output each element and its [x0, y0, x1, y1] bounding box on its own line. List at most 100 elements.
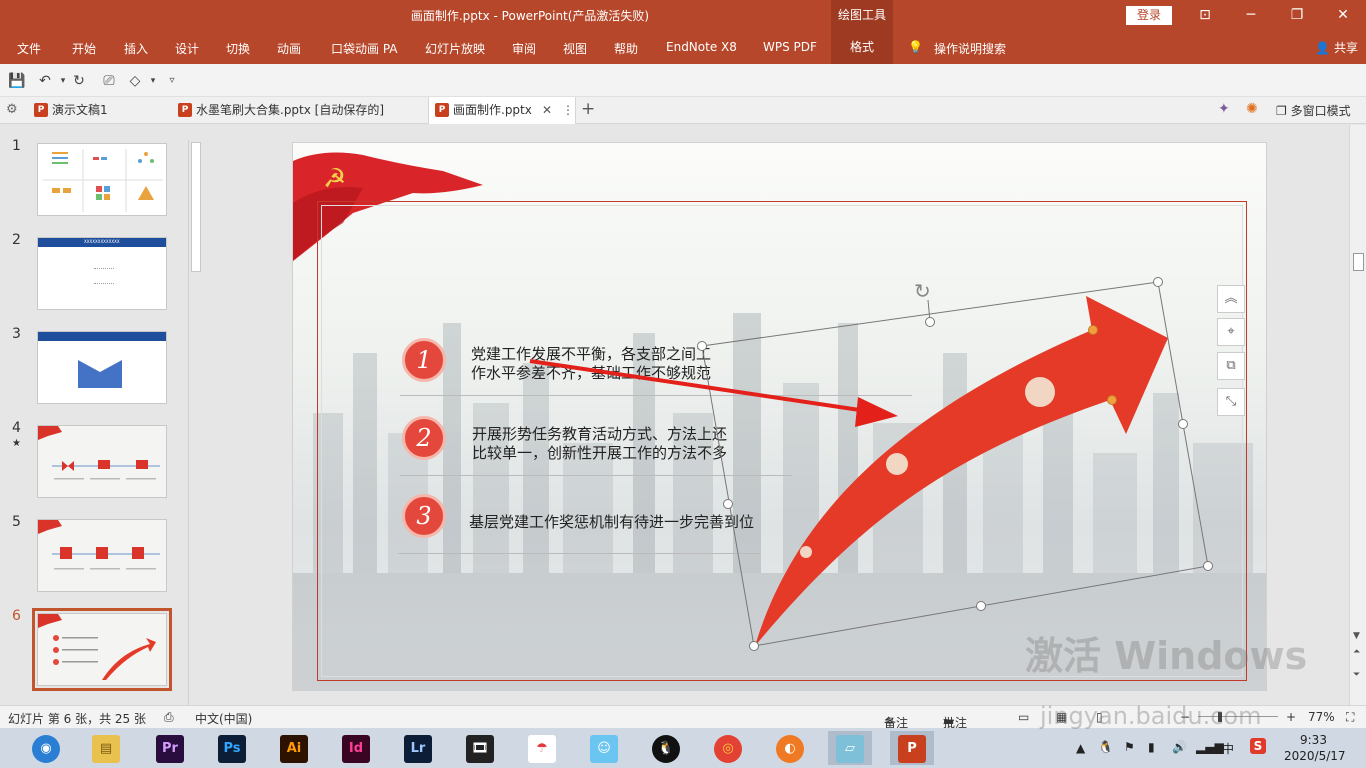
tab-endnote[interactable]: EndNote X8: [666, 40, 737, 54]
sogou-icon[interactable]: S: [1250, 738, 1266, 754]
network-icon[interactable]: ▂▄▆: [1196, 740, 1224, 754]
ime-indicator[interactable]: 中: [1222, 740, 1234, 757]
arrange-icon[interactable]: ⧉: [1217, 352, 1245, 380]
baidu-url-watermark: jingyan.baidu.com: [1040, 702, 1262, 730]
shapes-dropdown-icon[interactable]: ▾: [144, 72, 162, 90]
slide-thumbnail-6[interactable]: [32, 608, 172, 691]
powerpoint-taskbar-icon[interactable]: P: [890, 731, 934, 765]
zoom-level[interactable]: 77%: [1308, 710, 1335, 724]
ppt-icon: P: [34, 103, 48, 117]
undo-icon[interactable]: ↶: [36, 72, 54, 90]
doc-tab-2[interactable]: P 水墨笔刷大合集.pptx [自动保存的]: [172, 97, 428, 124]
illustrator-icon[interactable]: Ai: [272, 731, 316, 765]
tab-home[interactable]: 开始: [72, 40, 96, 57]
settings-icon[interactable]: ⚙: [6, 102, 18, 117]
doc-tab-3[interactable]: P 画面制作.pptx ✕ ⋮: [428, 97, 576, 124]
slide-thumbnail-4[interactable]: [37, 425, 167, 498]
scroll-down-icon[interactable]: ▼: [1353, 631, 1360, 641]
share-button[interactable]: 👤 共享: [1315, 39, 1358, 56]
close-tab-icon[interactable]: ✕: [542, 97, 552, 123]
doc-tab-1[interactable]: P 演示文稿1: [28, 97, 174, 124]
tab-view[interactable]: 视图: [563, 40, 587, 57]
shapes-icon[interactable]: ◇: [126, 72, 144, 90]
browser-icon[interactable]: ◐: [768, 731, 812, 765]
indesign-icon[interactable]: Id: [334, 731, 378, 765]
tab-pocket-animation[interactable]: 口袋动画 PA: [331, 40, 398, 57]
tray-expand-icon[interactable]: ▲: [1076, 741, 1085, 755]
tab-review[interactable]: 审阅: [512, 40, 536, 57]
slide-thumbnail-5[interactable]: [37, 519, 167, 592]
redo-icon[interactable]: ↻: [70, 72, 88, 90]
tab-animations[interactable]: 动画: [277, 40, 301, 57]
prev-slide-icon[interactable]: ⏶: [1353, 647, 1360, 657]
item-1-text[interactable]: 党建工作发展不平衡，各支部之间工 作水平参差不齐，基础工作不够规范: [471, 345, 711, 383]
collapse-icon[interactable]: ︽: [1217, 285, 1245, 313]
tab-help[interactable]: 帮助: [614, 40, 638, 57]
multi-window-label: 多窗口模式: [1290, 104, 1351, 118]
chrome-icon[interactable]: ◎: [706, 731, 750, 765]
zoom-in-icon[interactable]: +: [1286, 710, 1296, 724]
add-tab-icon[interactable]: +: [581, 99, 595, 119]
login-button[interactable]: 登录: [1126, 6, 1172, 25]
video-editor-icon[interactable]: 🎞: [458, 731, 502, 765]
clock-date[interactable]: 2020/5/17: [1284, 749, 1346, 763]
tray-qq-icon[interactable]: 🐧: [1098, 740, 1113, 754]
windows-activation-watermark: 激活 Windows: [1025, 634, 1308, 678]
start-icon[interactable]: ◉: [24, 731, 68, 765]
slide-canvas[interactable]: ☭: [292, 142, 1267, 691]
qq-icon[interactable]: 🐧: [644, 731, 688, 765]
document-tabs: ⚙ P 演示文稿1 P 水墨笔刷大合集.pptx [自动保存的] P 画面制作.ppt…: [0, 97, 1366, 124]
tab-file[interactable]: 文件: [17, 40, 41, 57]
tab-format[interactable]: 格式: [831, 30, 893, 64]
customize-qat-icon[interactable]: ▿: [163, 72, 181, 90]
resize-icon[interactable]: ⤡: [1217, 388, 1245, 416]
thumbnail-scrollbar[interactable]: [188, 140, 202, 705]
thumb-number: 1: [12, 138, 21, 154]
gear-icon[interactable]: ✺: [1246, 101, 1258, 117]
editor-scrollbar[interactable]: ▼ ⏶ ⏷: [1349, 125, 1366, 705]
presenter-icon[interactable]: ⎚: [100, 72, 118, 90]
save-icon[interactable]: 💾: [8, 72, 26, 90]
clock-time[interactable]: 9:33: [1300, 733, 1327, 747]
editor-scroll-thumb[interactable]: [1353, 253, 1364, 271]
file-explorer-icon[interactable]: ▤: [84, 731, 128, 765]
tray-battery-icon[interactable]: ▮: [1148, 740, 1155, 754]
item-2-text[interactable]: 开展形势任务教育活动方式、方法上还 比较单一，创新性开展工作的方法不多: [472, 425, 727, 463]
volume-icon[interactable]: 🔊: [1172, 740, 1187, 754]
doc-tab-label: 水墨笔刷大合集.pptx [自动保存的]: [196, 103, 385, 117]
tray-flag-icon[interactable]: ⚑: [1124, 740, 1135, 754]
thumbnail-scroll-thumb[interactable]: [191, 142, 201, 272]
window-title: 画面制作.pptx - PowerPoint(产品激活失败): [410, 9, 650, 23]
item-number-badge: 2: [402, 416, 446, 460]
slide-thumbnail-3[interactable]: [37, 331, 167, 404]
fit-to-window-icon[interactable]: ⛶: [1346, 710, 1354, 725]
spellcheck-icon[interactable]: ⎙: [164, 710, 174, 725]
layout-options-icon[interactable]: ⌖: [1217, 318, 1245, 346]
slide-thumbnail-1[interactable]: [37, 143, 167, 216]
ppt-icon: P: [178, 103, 192, 117]
sparkle-icon[interactable]: ✦: [1218, 101, 1230, 117]
tell-me-search[interactable]: 操作说明搜索: [934, 40, 1006, 57]
tab-design[interactable]: 设计: [175, 40, 199, 57]
multi-window-mode[interactable]: ❐ 多窗口模式: [1276, 102, 1351, 119]
minimize-button[interactable]: ─: [1228, 0, 1274, 30]
umbrella-app-icon[interactable]: ☂: [520, 731, 564, 765]
tab-insert[interactable]: 插入: [124, 40, 148, 57]
restore-button[interactable]: ❐: [1274, 0, 1320, 30]
notes-app-icon[interactable]: ▱: [828, 731, 872, 765]
normal-view-icon[interactable]: ▭: [1018, 710, 1029, 724]
more-icon[interactable]: ⋮: [562, 97, 574, 123]
chat-app-icon[interactable]: ☺: [582, 731, 626, 765]
lightroom-icon[interactable]: Lr: [396, 731, 440, 765]
photoshop-icon[interactable]: Ps: [210, 731, 254, 765]
next-slide-icon[interactable]: ⏷: [1353, 670, 1360, 680]
tab-slideshow[interactable]: 幻灯片放映: [425, 40, 485, 57]
tab-transitions[interactable]: 切换: [226, 40, 250, 57]
slide-thumbnail-2[interactable]: XXXXXXXXXXXXX: [37, 237, 167, 310]
tab-wps-pdf[interactable]: WPS PDF: [763, 40, 817, 54]
language-indicator[interactable]: 中文(中国): [195, 710, 252, 727]
ribbon-display-icon[interactable]: ⊡: [1182, 0, 1228, 30]
close-button[interactable]: ✕: [1320, 0, 1366, 30]
premiere-icon[interactable]: Pr: [148, 731, 192, 765]
item-3-text[interactable]: 基层党建工作奖惩机制有待进一步完善到位: [469, 513, 754, 532]
